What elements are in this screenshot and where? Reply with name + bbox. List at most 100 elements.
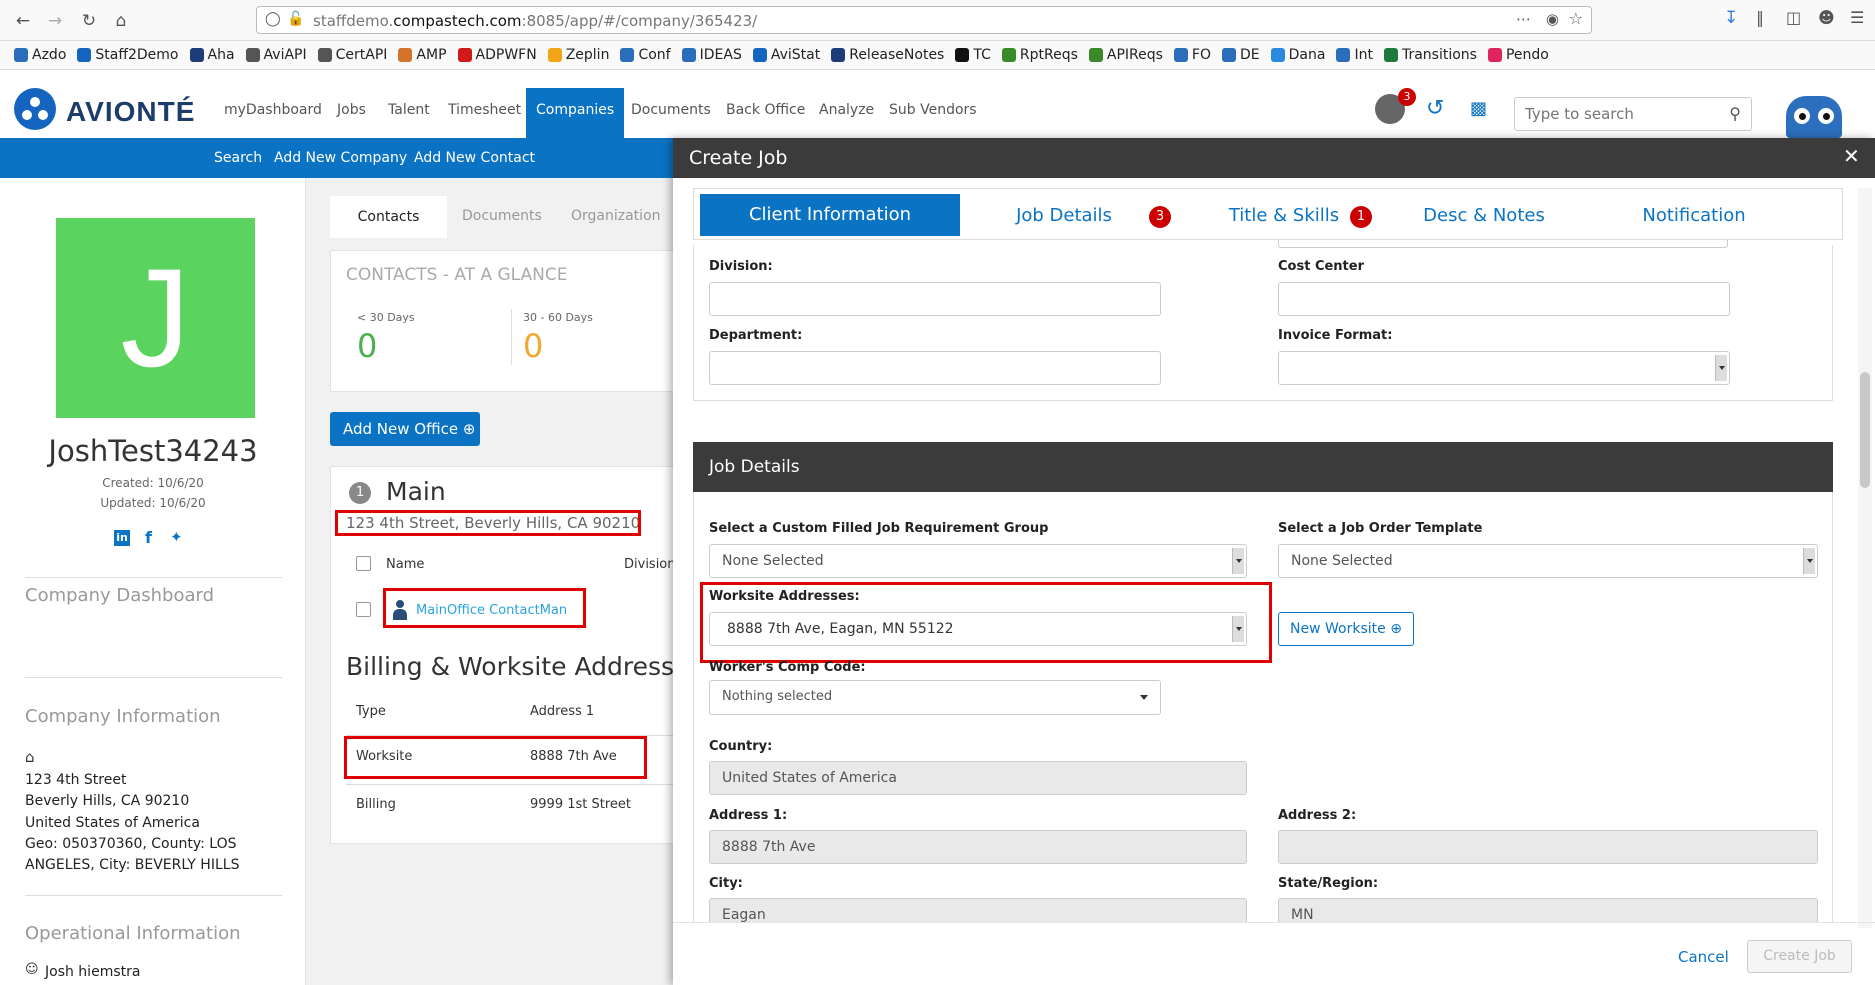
address-line: 123 4th Street <box>25 772 127 788</box>
template-label: Select a Job Order Template <box>1278 521 1483 536</box>
bookmark-zeplin[interactable]: Zeplin <box>547 47 609 63</box>
bookmark-aviapi[interactable]: AviAPI <box>245 47 307 63</box>
nav-back-office[interactable]: Back Office <box>716 88 815 138</box>
linkedin-icon[interactable]: in <box>114 530 130 546</box>
url-field[interactable]: ◯ 🔓 staffdemo.compastech.com:8085/app/#/… <box>256 6 1592 34</box>
nav-talent[interactable]: Talent <box>378 88 440 138</box>
contact-checkbox[interactable] <box>356 602 371 617</box>
bookmark-staff2demo[interactable]: Staff2Demo <box>77 47 179 63</box>
bookmark-de[interactable]: DE <box>1222 47 1260 63</box>
account-icon[interactable]: ☻ <box>1818 8 1835 27</box>
bookmark-ideas[interactable]: IDEAS <box>681 47 742 63</box>
cancel-button[interactable]: Cancel <box>1678 948 1729 966</box>
bookmark-avistat[interactable]: AviStat <box>752 47 820 63</box>
close-icon[interactable]: ✕ <box>1843 144 1860 168</box>
bookmark-favicon-icon <box>1270 48 1285 62</box>
tab-desc-notes[interactable]: Desc & Notes <box>1414 196 1554 236</box>
home-icon[interactable]: ⌂ <box>108 8 134 34</box>
subnav-add-company[interactable]: Add New Company <box>274 150 407 166</box>
cost-center-label: Cost Center <box>1278 259 1365 274</box>
modal-scrollbar[interactable] <box>1858 188 1872 928</box>
tab-notification[interactable]: Notification <box>1624 196 1764 236</box>
search-icon[interactable]: ⚲ <box>1729 104 1741 123</box>
bookmark-azdo[interactable]: Azdo <box>14 47 66 63</box>
bookmark-dana[interactable]: Dana <box>1270 47 1325 63</box>
bookmark-label: TC <box>973 47 991 63</box>
nav-analyze[interactable]: Analyze <box>809 88 884 138</box>
add-new-office-button[interactable]: Add New Office ⊕ <box>330 412 480 446</box>
bookmark-certapi[interactable]: CertAPI <box>317 47 387 63</box>
nav-companies[interactable]: Companies <box>526 88 625 138</box>
tab-organization[interactable]: Organization <box>571 208 661 224</box>
bookmark-int[interactable]: Int <box>1336 47 1373 63</box>
invoice-format-select[interactable] <box>1278 351 1730 385</box>
bookmark-favicon-icon <box>681 48 696 62</box>
custom-group-select[interactable]: None Selected <box>709 544 1247 578</box>
comp-code-select[interactable]: Nothing selected <box>709 680 1161 715</box>
search-input[interactable] <box>1515 98 1715 130</box>
bookmark-aha[interactable]: Aha <box>189 47 235 63</box>
bookmark-pendo[interactable]: Pendo <box>1487 47 1549 63</box>
pocket-icon[interactable]: ◉ <box>1546 10 1559 28</box>
divider <box>673 922 1875 923</box>
download-icon[interactable]: ↧ <box>1724 8 1738 28</box>
bookmark-adpwfn[interactable]: ADPWFN <box>457 47 537 63</box>
division-input[interactable] <box>709 282 1161 316</box>
operational-information-heading: Operational Information <box>25 923 241 944</box>
scrollbar-thumb[interactable] <box>1860 372 1870 488</box>
bookmark-apireqs[interactable]: APIReqs <box>1088 47 1163 63</box>
bookmark-star-icon[interactable]: ☆ <box>1569 9 1583 28</box>
select-all-checkbox[interactable] <box>356 556 371 571</box>
glance-value: 0 <box>357 327 378 365</box>
person-icon: ☺ <box>25 962 39 977</box>
bookmark-amp[interactable]: AMP <box>398 47 447 63</box>
bookmark-tc[interactable]: TC <box>955 47 991 63</box>
facebook-icon[interactable]: f <box>145 528 152 547</box>
nav-documents[interactable]: Documents <box>621 88 721 138</box>
subnav-search[interactable]: Search <box>214 150 262 166</box>
nav-mydashboard[interactable]: myDashboard <box>214 88 332 138</box>
nav-jobs[interactable]: Jobs <box>327 88 376 138</box>
nav-sub-vendors[interactable]: Sub Vendors <box>879 88 987 138</box>
state-label: State/Region: <box>1278 876 1379 891</box>
tab-contacts[interactable]: Contacts <box>330 196 447 238</box>
bookmark-favicon-icon <box>457 48 472 62</box>
bookmark-favicon-icon <box>831 48 846 62</box>
insecure-lock-icon: 🔓 <box>287 11 305 27</box>
nav-timesheet[interactable]: Timesheet <box>438 88 531 138</box>
twitter-icon[interactable]: ✦ <box>170 528 183 546</box>
new-worksite-button[interactable]: New Worksite ⊕ <box>1278 612 1414 646</box>
tab-documents[interactable]: Documents <box>462 208 542 224</box>
tab-title-skills[interactable]: Title & Skills <box>1214 196 1354 236</box>
back-icon[interactable]: ← <box>10 8 36 34</box>
analytics-icon[interactable]: ▩ <box>1470 98 1487 119</box>
geo-line: Geo: 050370360, County: LOS <box>25 836 237 852</box>
more-icon[interactable]: ⋯ <box>1516 10 1531 28</box>
office-name: Main <box>386 477 446 506</box>
company-dashboard-heading[interactable]: Company Dashboard <box>25 585 214 606</box>
bookmark-label: RptReqs <box>1019 47 1078 63</box>
subnav-add-contact[interactable]: Add New Contact <box>414 150 535 166</box>
bookmark-rptreqs[interactable]: RptReqs <box>1001 47 1078 63</box>
bookmark-conf[interactable]: Conf <box>620 47 671 63</box>
menu-icon[interactable]: ☰ <box>1850 8 1864 27</box>
template-select[interactable]: None Selected <box>1278 544 1818 578</box>
updated-date: Updated: 10/6/20 <box>100 496 206 510</box>
department-input[interactable] <box>709 351 1161 385</box>
forward-icon[interactable]: → <box>42 8 68 34</box>
bookmark-transitions[interactable]: Transitions <box>1383 47 1477 63</box>
sidebar-icon[interactable]: ◫ <box>1786 8 1801 27</box>
library-icon[interactable]: ‖ <box>1756 8 1764 27</box>
bookmark-releasenotes[interactable]: ReleaseNotes <box>831 47 944 63</box>
cost-center-input[interactable] <box>1278 282 1730 316</box>
column-header-address: Address 1 <box>530 704 595 719</box>
country-label: Country: <box>709 739 773 754</box>
tab-job-details[interactable]: Job Details <box>994 196 1134 236</box>
refresh-icon[interactable]: ↺ <box>1426 96 1444 121</box>
create-job-button[interactable]: Create Job <box>1747 940 1852 973</box>
bookmark-favicon-icon <box>547 48 562 62</box>
bookmark-label: ADPWFN <box>475 47 537 63</box>
reload-icon[interactable]: ↻ <box>76 8 102 34</box>
bookmark-fo[interactable]: FO <box>1173 47 1211 63</box>
tab-client-information[interactable]: Client Information <box>700 194 960 236</box>
